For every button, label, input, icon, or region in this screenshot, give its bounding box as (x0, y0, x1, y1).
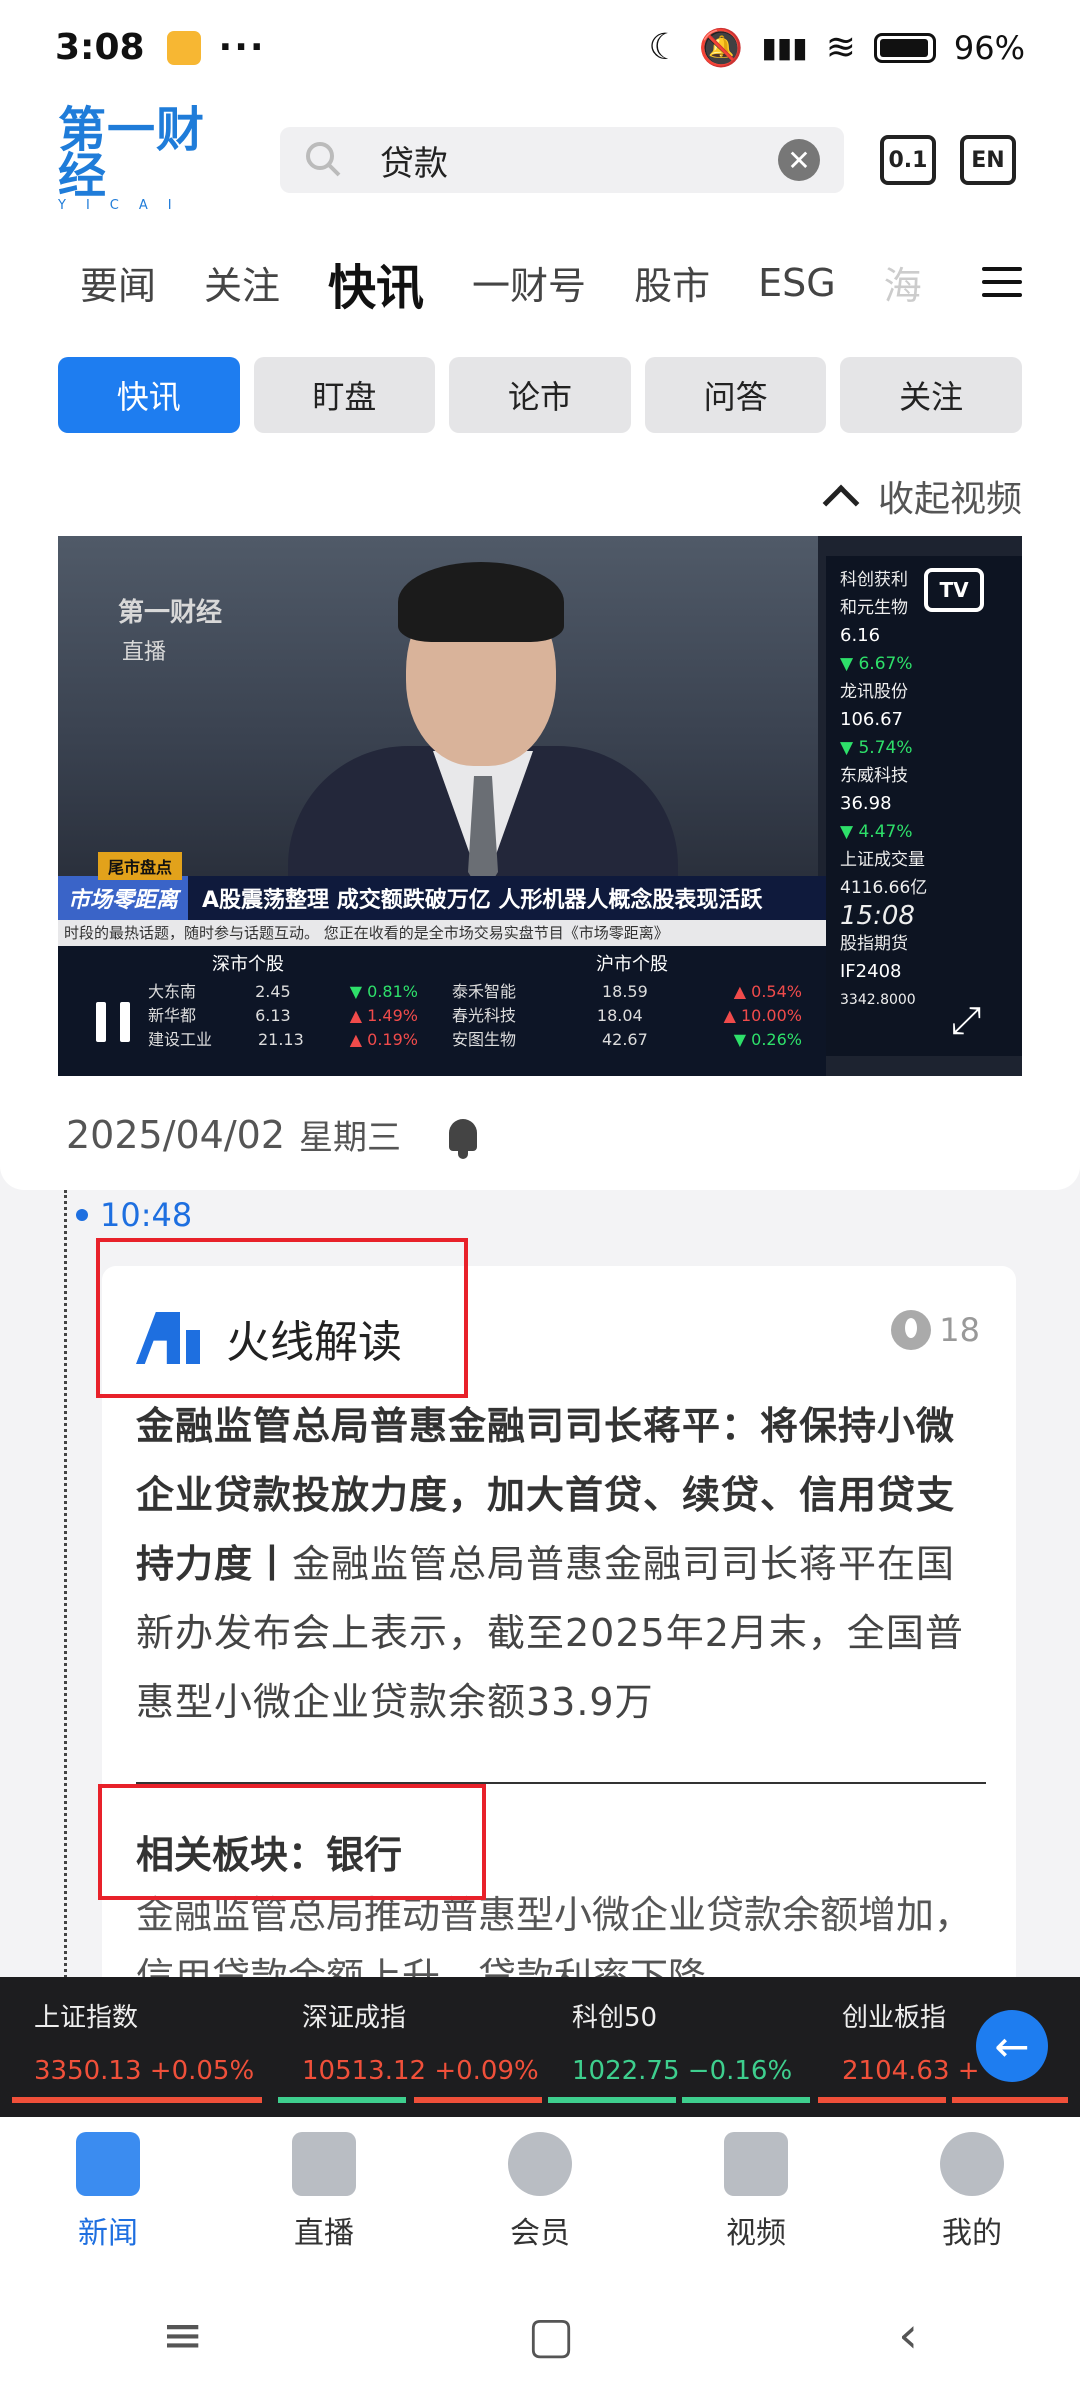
recent-apps-button[interactable]: ≡ (162, 2306, 204, 2364)
timeline-dot (76, 1209, 88, 1221)
index-bar-chinext-b (952, 2097, 1068, 2103)
date-row: 2025/04/02 星期三 (66, 1110, 478, 1159)
tab-gushi[interactable]: 股市 (634, 255, 710, 310)
menu-icon[interactable] (982, 267, 1022, 297)
subtab-dingpan[interactable]: 盯盘 (253, 357, 436, 433)
video-stock-table: 深市个股 大东南 2.45 ▼ 0.81% 新华都 6.13 ▲ 1.49% 建设工业 2… (58, 946, 826, 1076)
video-headline-bar: 尾市盘点 市场零距离 A股震荡整理 成交额跌破万亿 人形机器人概念股表现活跃 (58, 852, 826, 920)
live-icon (292, 2132, 356, 2196)
notification-app-icon (166, 30, 201, 65)
index-star50[interactable]: 科创50 1022.75 −0.16% (572, 1997, 792, 2086)
tab-esg[interactable]: ESG (758, 261, 836, 305)
chevron-up-icon (822, 484, 860, 522)
subtab-kuaixun[interactable]: 快讯 (58, 357, 240, 433)
battery-icon (873, 32, 936, 63)
highlight-box-related (98, 1784, 486, 1900)
subtab-wenda[interactable]: 问答 (644, 357, 827, 433)
date-text: 2025/04/02 (66, 1112, 286, 1157)
market-index-bar[interactable]: 上证指数 3350.13 +0.05% 深证成指 10513.12 +0.09%… (0, 1977, 1080, 2117)
heat-count: 18 (891, 1310, 980, 1350)
wifi-icon: ≋ (825, 27, 856, 68)
sub-tabs: 快讯 盯盘 论市 问答 关注 (58, 357, 1022, 433)
index-bar-star-b (682, 2097, 810, 2103)
bell-icon[interactable] (449, 1118, 478, 1159)
subtab-guanzhu[interactable]: 关注 (840, 357, 1022, 433)
tv-cast-icon[interactable]: TV (924, 568, 984, 612)
fullscreen-icon[interactable]: ⤢ (944, 998, 988, 1042)
video-play-icon (724, 2132, 788, 2196)
back-button[interactable]: ‹ (898, 2306, 918, 2364)
index-bar-chinext-a (818, 2097, 946, 2103)
news-icon (76, 2132, 140, 2196)
tab-hai[interactable]: 海 (884, 255, 922, 310)
sh-stocks: 沪市个股 泰禾智能 18.59 ▲ 0.54% 春光科技 18.04 ▲ 10.00% … (452, 954, 802, 1049)
anchor-hair (398, 562, 564, 642)
news-body[interactable]: 金融监管总局普惠金融司司长蒋平：将保持小微企业贷款投放力度，加大首贷、续贷、信用… (136, 1392, 986, 1737)
status-bar: 3:08 ··· ☾ 🔕 ▮▮▮ ≋ 96% (0, 0, 1080, 95)
timeline-line (64, 1190, 67, 1990)
profile-icon (940, 2132, 1004, 2196)
index-chinext[interactable]: 创业板指 2104.63 + (842, 1997, 980, 2086)
search-input[interactable]: 贷款 (380, 136, 778, 185)
index-shanghai[interactable]: 上证指数 3350.13 +0.05% (34, 1997, 254, 2086)
index-bar-star-a (548, 2097, 676, 2103)
language-en-button[interactable]: EN (960, 135, 1016, 185)
nav-member[interactable]: 会员 (432, 2117, 648, 2267)
index-bar-shenzhen-a (278, 2097, 406, 2103)
search-icon (306, 142, 341, 177)
tab-kuaixun[interactable]: 快讯 (328, 248, 424, 318)
nav-live[interactable]: 直播 (216, 2117, 432, 2267)
yicai-logo[interactable]: 第一财经 YICAI (58, 106, 248, 213)
tab-yicaihao[interactable]: 一财号 (472, 255, 586, 310)
more-notifications-icon: ··· (218, 27, 266, 68)
tab-guanzhu[interactable]: 关注 (204, 255, 280, 310)
member-icon (508, 2132, 572, 2196)
app-header: 第一财经 YICAI 贷款 ✕ 0.1 EN (0, 95, 1080, 225)
video-scroll-text: 时段的最热话题，随时参与话题互动。 您正在收看的是全市场交易实盘节目《市场零距离… (58, 920, 826, 946)
index-bar-shanghai (12, 2097, 262, 2103)
pause-button[interactable] (96, 1002, 130, 1042)
index-shenzhen[interactable]: 深证成指 10513.12 +0.09% (302, 1997, 539, 2086)
tab-yaowen[interactable]: 要闻 (80, 255, 156, 310)
battery-level: 96% (953, 28, 1025, 67)
search-box[interactable]: 贷款 ✕ (280, 127, 844, 193)
subtab-lunshi[interactable]: 论市 (449, 357, 631, 433)
radio-icon[interactable]: 0.1 (880, 135, 936, 185)
video-live-label: 直播 (122, 640, 167, 665)
nav-news[interactable]: 新闻 (0, 2117, 216, 2267)
index-bar-shenzhen-b (414, 2097, 542, 2103)
highlight-box-source (96, 1238, 468, 1398)
collapse-video-button[interactable]: 收起视频 (822, 470, 1022, 522)
flame-icon (891, 1310, 932, 1350)
video-channel-logo: 第一财经 (118, 598, 223, 628)
moon-icon: ☾ (648, 27, 681, 68)
weekday-text: 星期三 (299, 1118, 402, 1158)
back-arrow-button[interactable]: ← (976, 2010, 1048, 2082)
nav-video[interactable]: 视频 (648, 2117, 864, 2267)
video-side-ticker: 科创获利 和元生物 6.16 ▼ 6.67% 龙讯股份 106.67 ▼ 5.7… (826, 556, 1022, 1056)
status-right: ☾ 🔕 ▮▮▮ ≋ 96% (648, 27, 1025, 69)
bottom-nav: 新闻 直播 会员 视频 我的 (0, 2117, 1080, 2267)
news-time: 10:48 (100, 1196, 193, 1234)
status-time: 3:08 (55, 27, 145, 68)
category-tabs: 要闻 关注 快讯 一财号 股市 ESG 海 (0, 225, 1080, 340)
nav-profile[interactable]: 我的 (864, 2117, 1080, 2267)
mute-icon: 🔕 (698, 27, 744, 69)
signal-icon: ▮▮▮ (761, 31, 808, 64)
live-video-player[interactable]: 第一财经 直播 科创获利 和元生物 6.16 ▼ 6.67% 龙讯股份 106.… (58, 536, 1022, 1076)
system-nav-bar: ≡ ▢ ‹ (0, 2267, 1080, 2403)
clear-search-button[interactable]: ✕ (778, 139, 820, 181)
screen: 3:08 ··· ☾ 🔕 ▮▮▮ ≋ 96% 第一财经 YICAI 贷款 ✕ 0… (0, 0, 1080, 2403)
home-button[interactable]: ▢ (527, 2306, 574, 2364)
